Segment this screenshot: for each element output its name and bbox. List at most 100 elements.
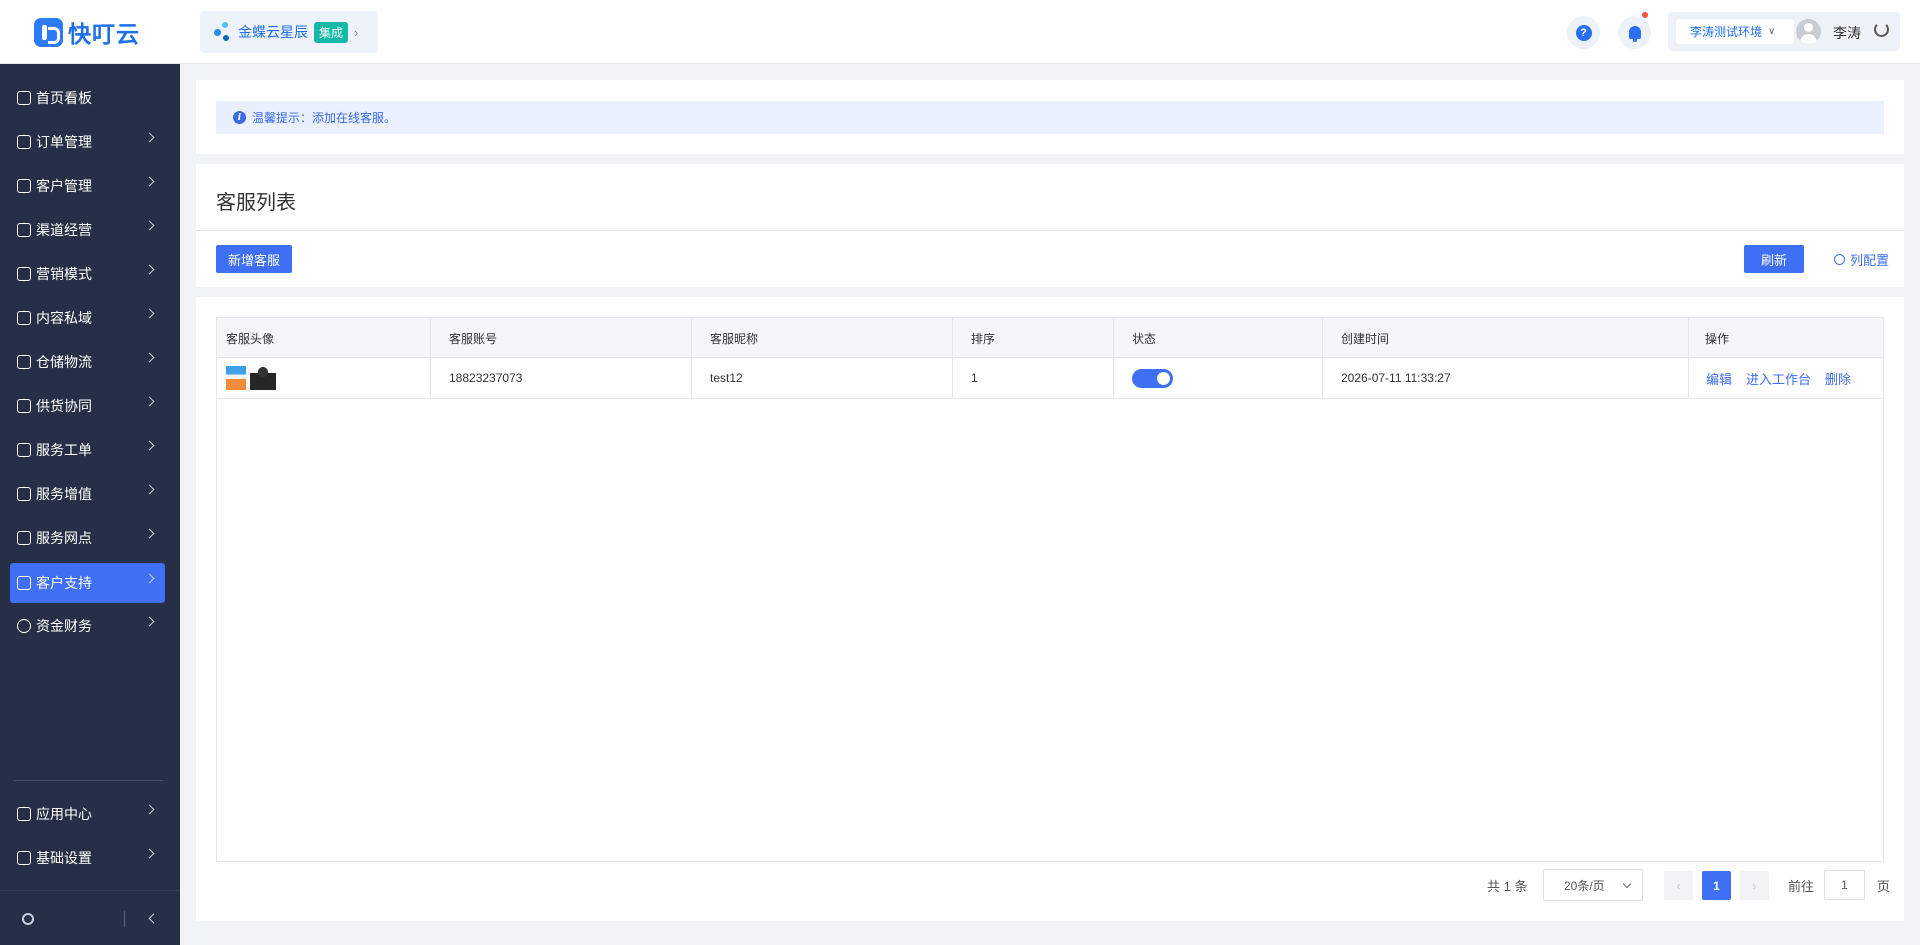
page-size-label: 20条/页 [1564, 878, 1605, 893]
total-count: 共 1 条 [1487, 878, 1528, 894]
table-card: 客服头像 客服账号 客服昵称 排序 状态 创建时间 操作 18823237073… [196, 297, 1904, 921]
sidebar-item-customer-support[interactable]: 客户支持 [10, 563, 165, 603]
sidebar-item-label: 营销模式 [36, 266, 92, 282]
data-table: 客服头像 客服账号 客服昵称 排序 状态 创建时间 操作 18823237073… [216, 317, 1884, 862]
column-header: 操作 [1705, 331, 1730, 346]
status-toggle[interactable] [1132, 368, 1173, 388]
status-cell [1114, 358, 1323, 398]
notification-button[interactable] [1618, 12, 1651, 49]
logo-icon [34, 17, 63, 47]
sidebar-item-warehouse[interactable]: 仓储物流 [10, 342, 165, 382]
edit-link[interactable]: 编辑 [1706, 369, 1732, 388]
sidebar-item-label: 内容私域 [36, 310, 92, 326]
yen-icon [17, 619, 31, 633]
notice-text: 温馨提示：添加在线客服。 [252, 111, 397, 125]
app-name: 金蝶云星辰 [238, 24, 308, 40]
chevron-down-icon [1622, 879, 1632, 889]
sidebar-item-channels[interactable]: 渠道经营 [10, 210, 165, 250]
sidebar-item-orders[interactable]: 订单管理 [10, 122, 165, 162]
prev-page-button[interactable]: ‹ [1664, 871, 1693, 900]
chevron-right-icon [144, 308, 155, 319]
sidebar-item-label: 服务网点 [36, 530, 92, 546]
page-title: 客服列表 [216, 192, 296, 214]
divider [196, 230, 1904, 231]
table-header: 客服头像 客服账号 客服昵称 排序 状态 创建时间 操作 [217, 318, 1883, 358]
sidebar-item-value-added[interactable]: 服务增值 [10, 474, 165, 514]
avatar-icon[interactable] [1796, 19, 1821, 44]
sidebar-item-customers[interactable]: 客户管理 [10, 166, 165, 206]
column-config-label: 列配置 [1850, 253, 1890, 268]
sidebar-item-content[interactable]: 内容私域 [10, 298, 165, 338]
sidebar-item-settings[interactable]: 基础设置 [10, 838, 165, 878]
delete-link[interactable]: 删除 [1825, 369, 1851, 388]
sidebar-item-service-points[interactable]: 服务网点 [10, 518, 165, 558]
goto-label: 前往 [1788, 878, 1815, 894]
sidebar-item-label: 基础设置 [36, 850, 92, 866]
chevron-right-icon [144, 132, 155, 143]
page-size-select[interactable]: 20条/页 [1543, 869, 1643, 901]
sidebar-item-label: 应用中心 [36, 806, 92, 822]
notification-badge [1642, 12, 1648, 18]
collapse-sidebar-icon[interactable] [148, 913, 159, 924]
sidebar-item-marketing[interactable]: 营销模式 [10, 254, 165, 294]
supplier-icon [17, 399, 31, 413]
chevron-right-icon [144, 528, 155, 539]
divider [124, 911, 125, 927]
sidebar-item-service-tickets[interactable]: 服务工单 [10, 430, 165, 470]
page-unit-label: 页 [1877, 878, 1891, 894]
gear-icon[interactable] [22, 913, 34, 925]
info-icon: i [233, 111, 246, 124]
tag-icon [17, 267, 31, 281]
avatar-image[interactable] [226, 366, 246, 390]
image-icon [17, 311, 31, 325]
list-header-card: 客服列表 新增客服 刷新 列配置 [196, 164, 1904, 287]
next-page-button[interactable]: › [1740, 871, 1769, 900]
environment-select[interactable]: 李涛测试环境 ∨ [1676, 19, 1794, 44]
chevron-down-icon: ∨ [1768, 26, 1776, 37]
home-icon [17, 91, 31, 105]
sidebar: 首页看板 订单管理 客户管理 渠道经营 营销模式 内容私域 仓储物流 供货协同 … [0, 64, 180, 945]
chevron-right-icon [144, 176, 155, 187]
sort-cell: 1 [953, 358, 1114, 398]
sidebar-item-finance[interactable]: 资金财务 [10, 606, 165, 646]
sidebar-item-label: 首页看板 [36, 90, 92, 106]
ticket-icon [17, 443, 31, 457]
chevron-right-icon [144, 804, 155, 815]
sidebar-item-home[interactable]: 首页看板 [10, 78, 165, 118]
table-row: 18823237073 test12 1 2026-07-11 11:33:27… [217, 358, 1883, 399]
sidebar-item-label: 客户管理 [36, 178, 92, 194]
user-name[interactable]: 李涛 [1833, 23, 1861, 43]
created-time-cell: 2026-07-11 11:33:27 [1323, 358, 1689, 398]
goto-page-input[interactable]: 1 [1824, 870, 1865, 900]
chevron-right-icon: › [354, 24, 359, 40]
add-service-agent-button[interactable]: 新增客服 [216, 245, 292, 273]
app-tag-badge: 集成 [314, 21, 349, 43]
column-header: 状态 [1114, 318, 1323, 358]
chevron-right-icon [144, 848, 155, 859]
sidebar-item-supply[interactable]: 供货协同 [10, 386, 165, 426]
app-switcher[interactable]: 金蝶云星辰 集成 › [200, 11, 378, 53]
sidebar-item-label: 订单管理 [36, 134, 92, 150]
bell-icon [1628, 26, 1641, 42]
page-number-button[interactable]: 1 [1702, 871, 1731, 900]
chevron-right-icon [144, 264, 155, 275]
logo[interactable]: 快叮云 [34, 17, 140, 47]
app-dots-icon [214, 22, 232, 42]
column-header: 客服昵称 [692, 318, 953, 358]
column-config-button[interactable]: 列配置 [1834, 250, 1889, 269]
sliders-icon [17, 851, 31, 865]
enter-workbench-link[interactable]: 进入工作台 [1746, 369, 1811, 388]
chevron-right-icon [144, 352, 155, 363]
logo-text: 快叮云 [68, 21, 140, 47]
notice-banner: i 温馨提示：添加在线客服。 [216, 101, 1884, 134]
sidebar-item-label: 仓储物流 [36, 354, 92, 370]
actions-cell: 编辑 进入工作台 删除 [1689, 358, 1883, 398]
sidebar-item-app-center[interactable]: 应用中心 [10, 794, 165, 834]
avatar-image[interactable] [250, 366, 276, 390]
chevron-right-icon [144, 484, 155, 495]
refresh-button[interactable]: 刷新 [1744, 245, 1804, 273]
refresh-icon[interactable] [1874, 22, 1889, 37]
user-icon [17, 179, 31, 193]
help-button[interactable]: ? [1567, 16, 1600, 49]
help-icon: ? [1575, 24, 1592, 41]
